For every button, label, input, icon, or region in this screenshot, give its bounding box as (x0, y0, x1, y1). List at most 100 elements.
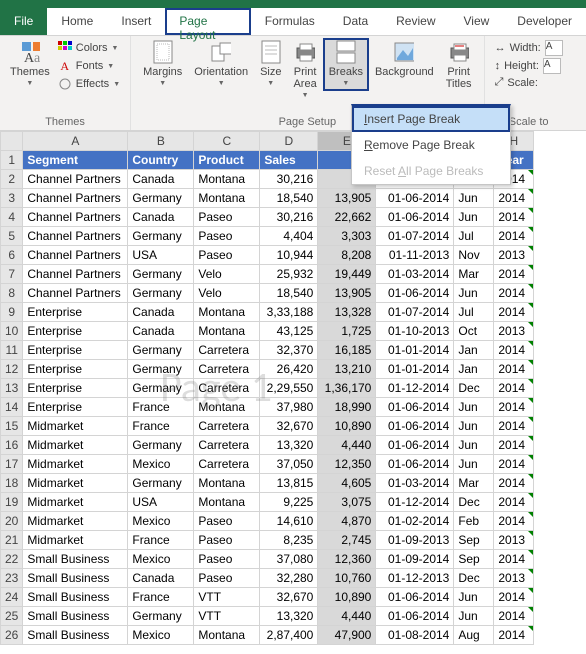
cell[interactable]: Small Business (23, 550, 128, 569)
cell[interactable]: 01-09-2014 (376, 550, 454, 569)
cell[interactable]: 2014 (494, 265, 534, 284)
cell[interactable]: Country (128, 151, 194, 170)
cell[interactable]: 10,944 (260, 246, 318, 265)
cell[interactable]: 01-12-2014 (376, 379, 454, 398)
cell[interactable]: 26,420 (260, 360, 318, 379)
cell[interactable]: Carretera (194, 360, 260, 379)
cell[interactable]: Jun (454, 208, 494, 227)
row-header[interactable]: 15 (1, 417, 23, 436)
row-header[interactable]: 18 (1, 474, 23, 493)
cell[interactable]: Velo (194, 284, 260, 303)
cell[interactable]: 2013 (494, 322, 534, 341)
cell[interactable]: Paseo (194, 227, 260, 246)
cell[interactable]: 01-12-2013 (376, 569, 454, 588)
cell[interactable]: 2014 (494, 341, 534, 360)
cell[interactable]: 2014 (494, 189, 534, 208)
effects-button[interactable]: Effects▼ (56, 76, 122, 92)
cell[interactable]: 01-06-2014 (376, 588, 454, 607)
cell[interactable]: Channel Partners (23, 189, 128, 208)
cell[interactable]: Montana (194, 493, 260, 512)
cell[interactable]: 18,990 (318, 398, 376, 417)
cell[interactable]: 2013 (494, 531, 534, 550)
cell[interactable]: 47,900 (318, 626, 376, 645)
cell[interactable]: 01-06-2014 (376, 189, 454, 208)
cell[interactable]: Paseo (194, 531, 260, 550)
cell[interactable]: Small Business (23, 569, 128, 588)
cell[interactable]: Channel Partners (23, 246, 128, 265)
cell[interactable]: 01-03-2014 (376, 265, 454, 284)
cell[interactable]: 4,440 (318, 436, 376, 455)
cell[interactable]: Montana (194, 398, 260, 417)
cell[interactable]: 10,760 (318, 569, 376, 588)
tab-insert[interactable]: Insert (107, 8, 165, 35)
col-header[interactable]: C (194, 132, 260, 151)
cell[interactable]: France (128, 417, 194, 436)
printarea-button[interactable]: Print Area▼ (287, 38, 322, 103)
cell[interactable]: 01-01-2014 (376, 341, 454, 360)
cell[interactable]: Feb (454, 512, 494, 531)
cell[interactable]: 2014 (494, 398, 534, 417)
cell[interactable]: Product (194, 151, 260, 170)
cell[interactable]: 2014 (494, 360, 534, 379)
cell[interactable]: 13,210 (318, 360, 376, 379)
cell[interactable]: 2014 (494, 626, 534, 645)
row-header[interactable]: 22 (1, 550, 23, 569)
cell[interactable]: Montana (194, 170, 260, 189)
remove-page-break[interactable]: Remove Page Break (352, 132, 510, 158)
width-select[interactable]: A (545, 40, 563, 56)
cell[interactable]: 01-06-2014 (376, 208, 454, 227)
row-header[interactable]: 13 (1, 379, 23, 398)
row-header[interactable]: 3 (1, 189, 23, 208)
cell[interactable]: USA (128, 493, 194, 512)
cell[interactable]: Velo (194, 265, 260, 284)
tab-review[interactable]: Review (382, 8, 449, 35)
row-header[interactable]: 7 (1, 265, 23, 284)
cell[interactable]: Sep (454, 550, 494, 569)
cell[interactable]: Montana (194, 322, 260, 341)
cell[interactable]: 3,33,188 (260, 303, 318, 322)
row-header[interactable]: 17 (1, 455, 23, 474)
insert-page-break[interactable]: Insert Page Break (352, 106, 510, 132)
cell[interactable]: 37,080 (260, 550, 318, 569)
row-header[interactable]: 25 (1, 607, 23, 626)
cell[interactable]: 22,662 (318, 208, 376, 227)
cell[interactable]: 30,216 (260, 208, 318, 227)
row-header[interactable]: 9 (1, 303, 23, 322)
col-header[interactable]: A (23, 132, 128, 151)
cell[interactable]: Enterprise (23, 360, 128, 379)
cell[interactable]: 18,540 (260, 189, 318, 208)
row-header[interactable]: 11 (1, 341, 23, 360)
cell[interactable]: Oct (454, 322, 494, 341)
cell[interactable]: 13,320 (260, 436, 318, 455)
cell[interactable]: Germany (128, 360, 194, 379)
cell[interactable]: Canada (128, 322, 194, 341)
cell[interactable]: Midmarket (23, 417, 128, 436)
cell[interactable]: Carretera (194, 379, 260, 398)
row-header[interactable]: 26 (1, 626, 23, 645)
cell[interactable]: Paseo (194, 550, 260, 569)
cell[interactable]: 4,870 (318, 512, 376, 531)
cell[interactable]: Dec (454, 379, 494, 398)
margins-button[interactable]: Margins▼ (137, 38, 188, 91)
cell[interactable]: 2014 (494, 474, 534, 493)
cell[interactable]: Canada (128, 170, 194, 189)
cell[interactable]: 19,449 (318, 265, 376, 284)
fonts-button[interactable]: AFonts▼ (56, 58, 122, 74)
grid[interactable]: ABCDEFGH1SegmentCountryProductSalesonthY… (0, 131, 534, 645)
cell[interactable]: 01-06-2014 (376, 436, 454, 455)
cell[interactable]: Enterprise (23, 303, 128, 322)
row-header[interactable]: 16 (1, 436, 23, 455)
size-button[interactable]: Size▼ (254, 38, 287, 91)
background-button[interactable]: Background (369, 38, 440, 82)
row-header[interactable]: 12 (1, 360, 23, 379)
cell[interactable]: Montana (194, 474, 260, 493)
orientation-button[interactable]: Orientation▼ (188, 38, 254, 91)
cell[interactable]: Enterprise (23, 341, 128, 360)
row-header[interactable]: 24 (1, 588, 23, 607)
cell[interactable]: Enterprise (23, 379, 128, 398)
cell[interactable]: Midmarket (23, 436, 128, 455)
tab-formulas[interactable]: Formulas (251, 8, 329, 35)
cell[interactable]: Midmarket (23, 493, 128, 512)
cell[interactable]: 13,905 (318, 284, 376, 303)
cell[interactable]: Germany (128, 189, 194, 208)
